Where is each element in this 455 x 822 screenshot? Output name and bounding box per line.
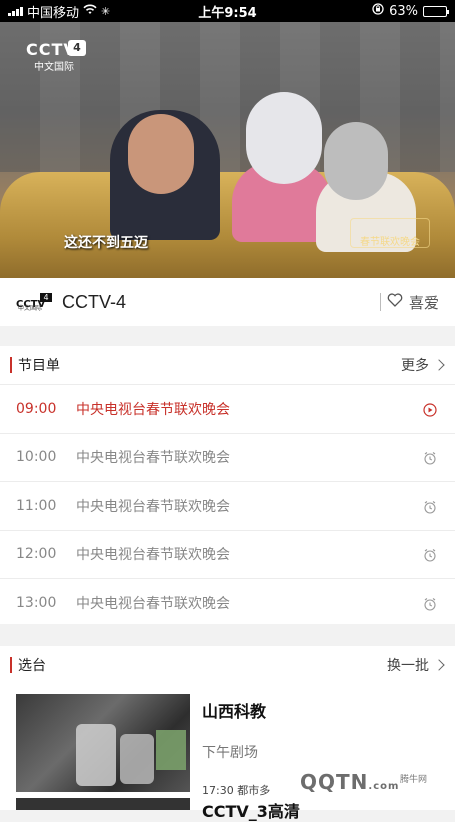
schedule-item[interactable]: 10:00 中央电视台春节联欢晚会: [0, 432, 455, 482]
schedule-more-button[interactable]: 更多: [401, 355, 445, 375]
channel-card-name: 山西科教: [202, 702, 267, 721]
schedule-time: 10:00: [16, 449, 57, 466]
heart-icon: [387, 293, 403, 311]
schedule-header: 节目单 更多: [0, 346, 455, 384]
video-channel-number: 4: [68, 40, 86, 56]
video-subtitle: 这还不到五迈: [64, 235, 148, 251]
alarm-icon[interactable]: [423, 596, 437, 611]
schedule-program-title: 中央电视台春节联欢晚会: [76, 547, 230, 564]
channel-bar: CCTV 4 中文国际 CCTV-4 喜爱: [0, 278, 455, 326]
schedule-title: 节目单: [18, 358, 60, 374]
chevron-right-icon: [433, 659, 445, 671]
watermark-logo: QQTN.com: [300, 770, 399, 794]
schedule-section: 节目单 更多 09:00 中央电视台春节联欢晚会 10:00 中央电视台春节联欢晚会 1…: [0, 346, 455, 624]
channel-logo-number: 4: [40, 293, 52, 302]
schedule-program-title: 中央电视台春节联欢晚会: [76, 401, 230, 418]
channel-logo: CCTV 4 中文国际: [16, 292, 54, 312]
schedule-time: 13:00: [16, 594, 57, 611]
channel-name: CCTV-4: [62, 291, 127, 312]
signal-icon: [8, 6, 23, 16]
schedule-time: 11:00: [16, 497, 57, 514]
more-label: 更多: [401, 358, 429, 374]
schedule-program-title: 中央电视台春节联欢晚会: [76, 450, 230, 467]
channel-select-title: 选台: [18, 658, 46, 674]
channel-logo-sub: 中文国际: [18, 305, 43, 312]
rotation-lock-icon: [372, 3, 384, 19]
favorite-button[interactable]: 喜爱: [379, 292, 439, 313]
alarm-icon[interactable]: [423, 499, 437, 514]
watermark-site-label: 腾牛网: [400, 775, 428, 785]
schedule-item[interactable]: 12:00 中央电视台春节联欢晚会: [0, 529, 455, 579]
alarm-icon[interactable]: [423, 547, 437, 562]
play-circle-icon[interactable]: [423, 402, 437, 417]
watermark-text: QQTN: [300, 770, 369, 794]
channel-card[interactable]: CCTV_3高清: [16, 798, 300, 822]
schedule-item[interactable]: 13:00 中央电视台春节联欢晚会: [0, 578, 455, 627]
schedule-time: 12:00: [16, 546, 57, 563]
channel-card-name: CCTV_3高清: [202, 802, 300, 821]
loading-icon: ✳: [101, 4, 111, 18]
watermark-suffix: .com: [368, 781, 400, 792]
schedule-program-title: 中央电视台春节联欢晚会: [76, 498, 230, 515]
battery-icon: [423, 5, 449, 17]
alarm-icon[interactable]: [423, 450, 437, 465]
wifi-icon: [83, 4, 97, 19]
channel-thumbnail[interactable]: [16, 798, 190, 810]
carrier-label: 中国移动: [27, 5, 80, 21]
schedule-item[interactable]: 09:00 中央电视台春节联欢晚会: [0, 384, 455, 433]
schedule-program-title: 中央电视台春节联欢晚会: [76, 595, 230, 612]
status-time: 上午9:54: [198, 5, 257, 21]
refresh-batch-button[interactable]: 换一批: [387, 655, 445, 675]
schedule-list: 09:00 中央电视台春节联欢晚会 10:00 中央电视台春节联欢晚会 11:00 中央电…: [0, 384, 455, 627]
chevron-right-icon: [433, 359, 445, 371]
status-bar: 中国移动 ✳ 上午9:54 63%: [0, 0, 455, 22]
refresh-label: 换一批: [387, 658, 429, 674]
video-player[interactable]: CCTV 4 中文国际 这还不到五迈 春节联欢晚会: [0, 22, 455, 278]
channel-card-show: 下午剧场: [202, 745, 258, 761]
schedule-item[interactable]: 11:00 中央电视台春节联欢晚会: [0, 481, 455, 530]
video-stamp: 春节联欢晚会: [350, 218, 430, 248]
battery-percent: 63%: [389, 3, 418, 19]
channel-select-header: 选台 换一批: [0, 646, 455, 684]
channel-thumbnail[interactable]: [16, 694, 190, 792]
video-channel-sub: 中文国际: [34, 62, 74, 73]
schedule-time: 09:00: [16, 400, 57, 417]
favorite-label: 喜爱: [408, 293, 439, 312]
